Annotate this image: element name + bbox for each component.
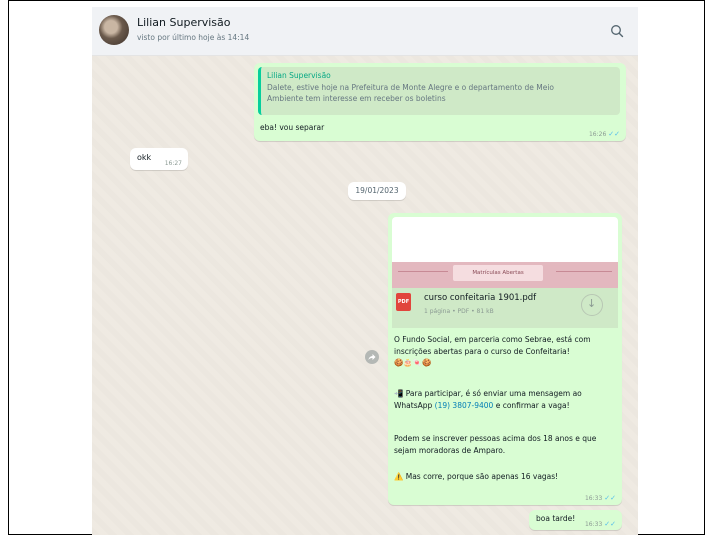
- contact-avatar[interactable]: [99, 15, 129, 45]
- message-time: 16:26 ✓✓: [589, 130, 620, 138]
- forward-icon[interactable]: [365, 350, 379, 364]
- read-ticks-icon: ✓✓: [604, 494, 616, 502]
- message-time: 16:33 ✓✓: [585, 520, 616, 528]
- document-file-name[interactable]: curso confeitaria 1901.pdf: [424, 293, 536, 303]
- message-text: boa tarde!: [536, 514, 576, 523]
- message-outgoing-reply[interactable]: Lilian Supervisão Dalete, estive hoje na…: [254, 63, 626, 141]
- message-incoming[interactable]: okk 16:27: [130, 148, 188, 170]
- contact-name[interactable]: Lilian Supervisão: [137, 16, 231, 29]
- caption-paragraph: 📲 Para participar, é só enviar uma mensa…: [394, 388, 618, 411]
- search-icon[interactable]: [610, 24, 624, 38]
- message-outgoing[interactable]: boa tarde! 16:33 ✓✓: [529, 510, 622, 530]
- time-label: 16:33: [584, 521, 603, 528]
- pdf-file-icon: PDF: [396, 293, 411, 311]
- message-outgoing-document[interactable]: Matrículas Abertas PDF curso confeitaria…: [388, 213, 622, 505]
- caption-text: e confirmar a vaga!: [495, 400, 570, 410]
- last-seen-status: visto por último hoje às 14:14: [137, 33, 250, 42]
- message-text: eba! vou separar: [260, 123, 325, 132]
- message-time: 16:33 ✓✓: [585, 494, 616, 502]
- quoted-message[interactable]: Lilian Supervisão Dalete, estive hoje na…: [258, 67, 620, 115]
- document-preview[interactable]: [392, 217, 618, 262]
- caption-paragraph: O Fundo Social, em parceria como Sebrae,…: [394, 334, 618, 369]
- caption-text: O Fundo Social, em parceria como Sebrae,…: [394, 335, 591, 356]
- banner-divider: [556, 271, 612, 272]
- chat-panel: Lilian Supervisão visto por último hoje …: [92, 7, 638, 535]
- phone-emoji-icon: 📲: [394, 389, 404, 398]
- caption-paragraph: Podem se inscrever pessoas acima dos 18 …: [394, 434, 597, 455]
- read-ticks-icon: ✓✓: [604, 520, 616, 528]
- caption-paragraph: ⚠️ Mas corre, porque são apenas 16 vagas…: [394, 471, 618, 483]
- quote-author: Lilian Supervisão: [267, 71, 331, 80]
- quote-text-line: Ambiente tem interesse em receber os bol…: [267, 94, 446, 103]
- message-time: 16:27: [164, 160, 182, 167]
- document-file-meta: 1 página • PDF • 81 kB: [424, 308, 494, 315]
- time-label: 16:26: [588, 131, 607, 138]
- banner-label: Matrículas Abertas: [453, 265, 543, 281]
- quote-text-line: Dalete, estive hoje na Prefeitura de Mon…: [267, 83, 554, 92]
- message-text: okk: [137, 153, 152, 162]
- read-ticks-icon: ✓✓: [608, 130, 620, 138]
- warning-emoji-icon: ⚠️: [394, 472, 404, 481]
- date-separator: 19/01/2023: [348, 182, 406, 200]
- banner-divider: [398, 271, 448, 272]
- time-label: 16:33: [584, 495, 603, 502]
- phone-link[interactable]: (19) 3807-9400: [435, 401, 494, 410]
- chat-header[interactable]: Lilian Supervisão visto por último hoje …: [92, 7, 638, 56]
- download-button[interactable]: ↓: [581, 294, 603, 316]
- caption-text: Mas corre, porque são apenas 16 vagas!: [405, 472, 559, 481]
- emoji-sweets-icon: 🍪🎂🍬🍪: [394, 358, 432, 367]
- download-icon: ↓: [587, 297, 597, 310]
